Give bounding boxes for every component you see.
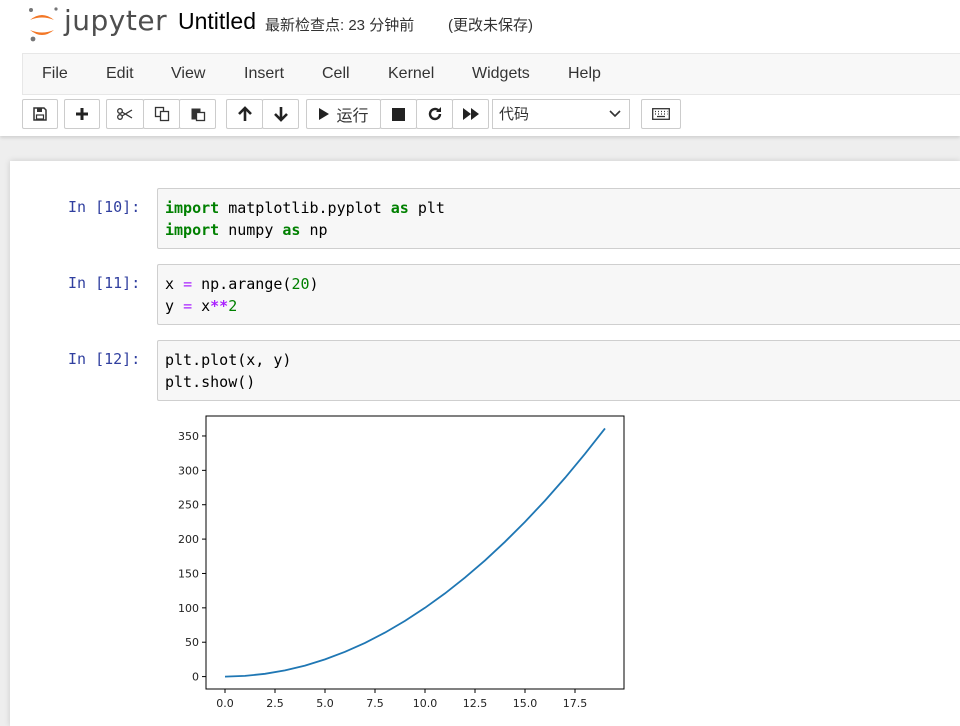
arrow-down-icon xyxy=(273,107,288,122)
copy-icon xyxy=(154,106,169,122)
save-icon xyxy=(33,107,47,121)
output-plot: 0 50 100 150 200 250 300 350 0.0 2.5 5.0 7.5 10.0 12.… xyxy=(178,415,625,710)
stop-icon xyxy=(392,107,405,121)
code-cell-input[interactable]: import matplotlib.pyplot as plt import n… xyxy=(157,188,960,249)
cut-button[interactable] xyxy=(106,99,144,129)
keyboard-icon xyxy=(652,108,670,120)
restart-button[interactable] xyxy=(416,99,453,129)
interrupt-button[interactable] xyxy=(380,99,417,129)
y-tick-label: 100 xyxy=(178,602,199,615)
logo-text: jupyter xyxy=(64,4,168,37)
cell-prompt: In [12]: xyxy=(68,350,141,368)
cut-icon xyxy=(117,108,133,120)
cell-prompt: In [10]: xyxy=(68,198,141,216)
x-tick-label: 2.5 xyxy=(266,697,284,710)
menu-edit[interactable]: Edit xyxy=(106,65,134,83)
play-icon xyxy=(319,108,330,120)
cell-type-select[interactable]: 代码 xyxy=(492,99,630,129)
plot-frame xyxy=(205,415,625,690)
menu-view[interactable]: View xyxy=(171,65,205,83)
menu-help[interactable]: Help xyxy=(568,65,601,83)
code-cell-input[interactable]: plt.plot(x, y) plt.show() xyxy=(157,340,960,401)
cell-prompt: In [11]: xyxy=(68,274,141,292)
arrow-up-icon xyxy=(237,106,252,121)
menu-kernel[interactable]: Kernel xyxy=(388,65,434,83)
move-up-button[interactable] xyxy=(226,99,263,129)
notebook-name[interactable]: Untitled xyxy=(178,8,256,35)
header: jupyter Untitled 最新检查点: 23 分钟前 (更改未保存) F… xyxy=(0,0,960,136)
command-palette-button[interactable] xyxy=(641,99,681,129)
x-tick-label: 12.5 xyxy=(463,697,488,710)
notebook-container: In [10]: import matplotlib.pyplot as plt… xyxy=(10,161,960,726)
y-tick-label: 200 xyxy=(178,533,199,546)
chevron-down-icon xyxy=(609,110,621,118)
x-tick-label: 0.0 xyxy=(216,697,234,710)
insert-cell-button[interactable] xyxy=(64,99,100,129)
cell-type-value: 代码 xyxy=(499,106,530,123)
x-tick-label: 5.0 xyxy=(316,697,334,710)
autosave-status: (更改未保存) xyxy=(448,17,533,34)
y-tick-label: 250 xyxy=(178,499,199,512)
copy-button[interactable] xyxy=(143,99,180,129)
menubar: File Edit View Insert Cell Kernel Widget… xyxy=(22,53,960,95)
x-tick-label: 15.0 xyxy=(513,697,538,710)
menu-file[interactable]: File xyxy=(42,65,68,83)
code-token: matplotlib.pyplot xyxy=(228,199,382,217)
fast-forward-icon xyxy=(462,108,479,120)
run-button[interactable]: 运行 xyxy=(306,99,381,129)
menu-cell[interactable]: Cell xyxy=(322,65,350,83)
y-tick-label: 150 xyxy=(178,567,199,580)
code-text[interactable]: import matplotlib.pyplot as plt import n… xyxy=(158,189,960,241)
y-tick-label: 50 xyxy=(185,636,199,649)
restart-run-all-button[interactable] xyxy=(452,99,489,129)
paste-icon xyxy=(191,108,205,122)
restart-icon xyxy=(428,107,441,121)
menu-insert[interactable]: Insert xyxy=(244,65,284,83)
y-tick-label: 0 xyxy=(192,671,199,684)
y-tick-label: 350 xyxy=(178,430,199,443)
code-cell-input[interactable]: x = np.arange(20) y = x**2 xyxy=(157,264,960,325)
paste-button[interactable] xyxy=(179,99,216,129)
x-tick-label: 7.5 xyxy=(366,697,384,710)
code-text[interactable]: x = np.arange(20) y = x**2 xyxy=(158,265,960,317)
y-tick-label: 300 xyxy=(178,464,199,477)
plus-icon xyxy=(76,108,88,120)
menu-widgets[interactable]: Widgets xyxy=(472,65,530,83)
checkpoint-status: 最新检查点: 23 分钟前 xyxy=(265,17,415,34)
code-text[interactable]: plt.plot(x, y) plt.show() xyxy=(158,341,960,393)
save-button[interactable] xyxy=(22,99,58,129)
x-tick-label: 17.5 xyxy=(563,697,588,710)
move-down-button[interactable] xyxy=(262,99,299,129)
run-label: 运行 xyxy=(336,108,369,125)
x-tick-label: 10.0 xyxy=(413,697,438,710)
